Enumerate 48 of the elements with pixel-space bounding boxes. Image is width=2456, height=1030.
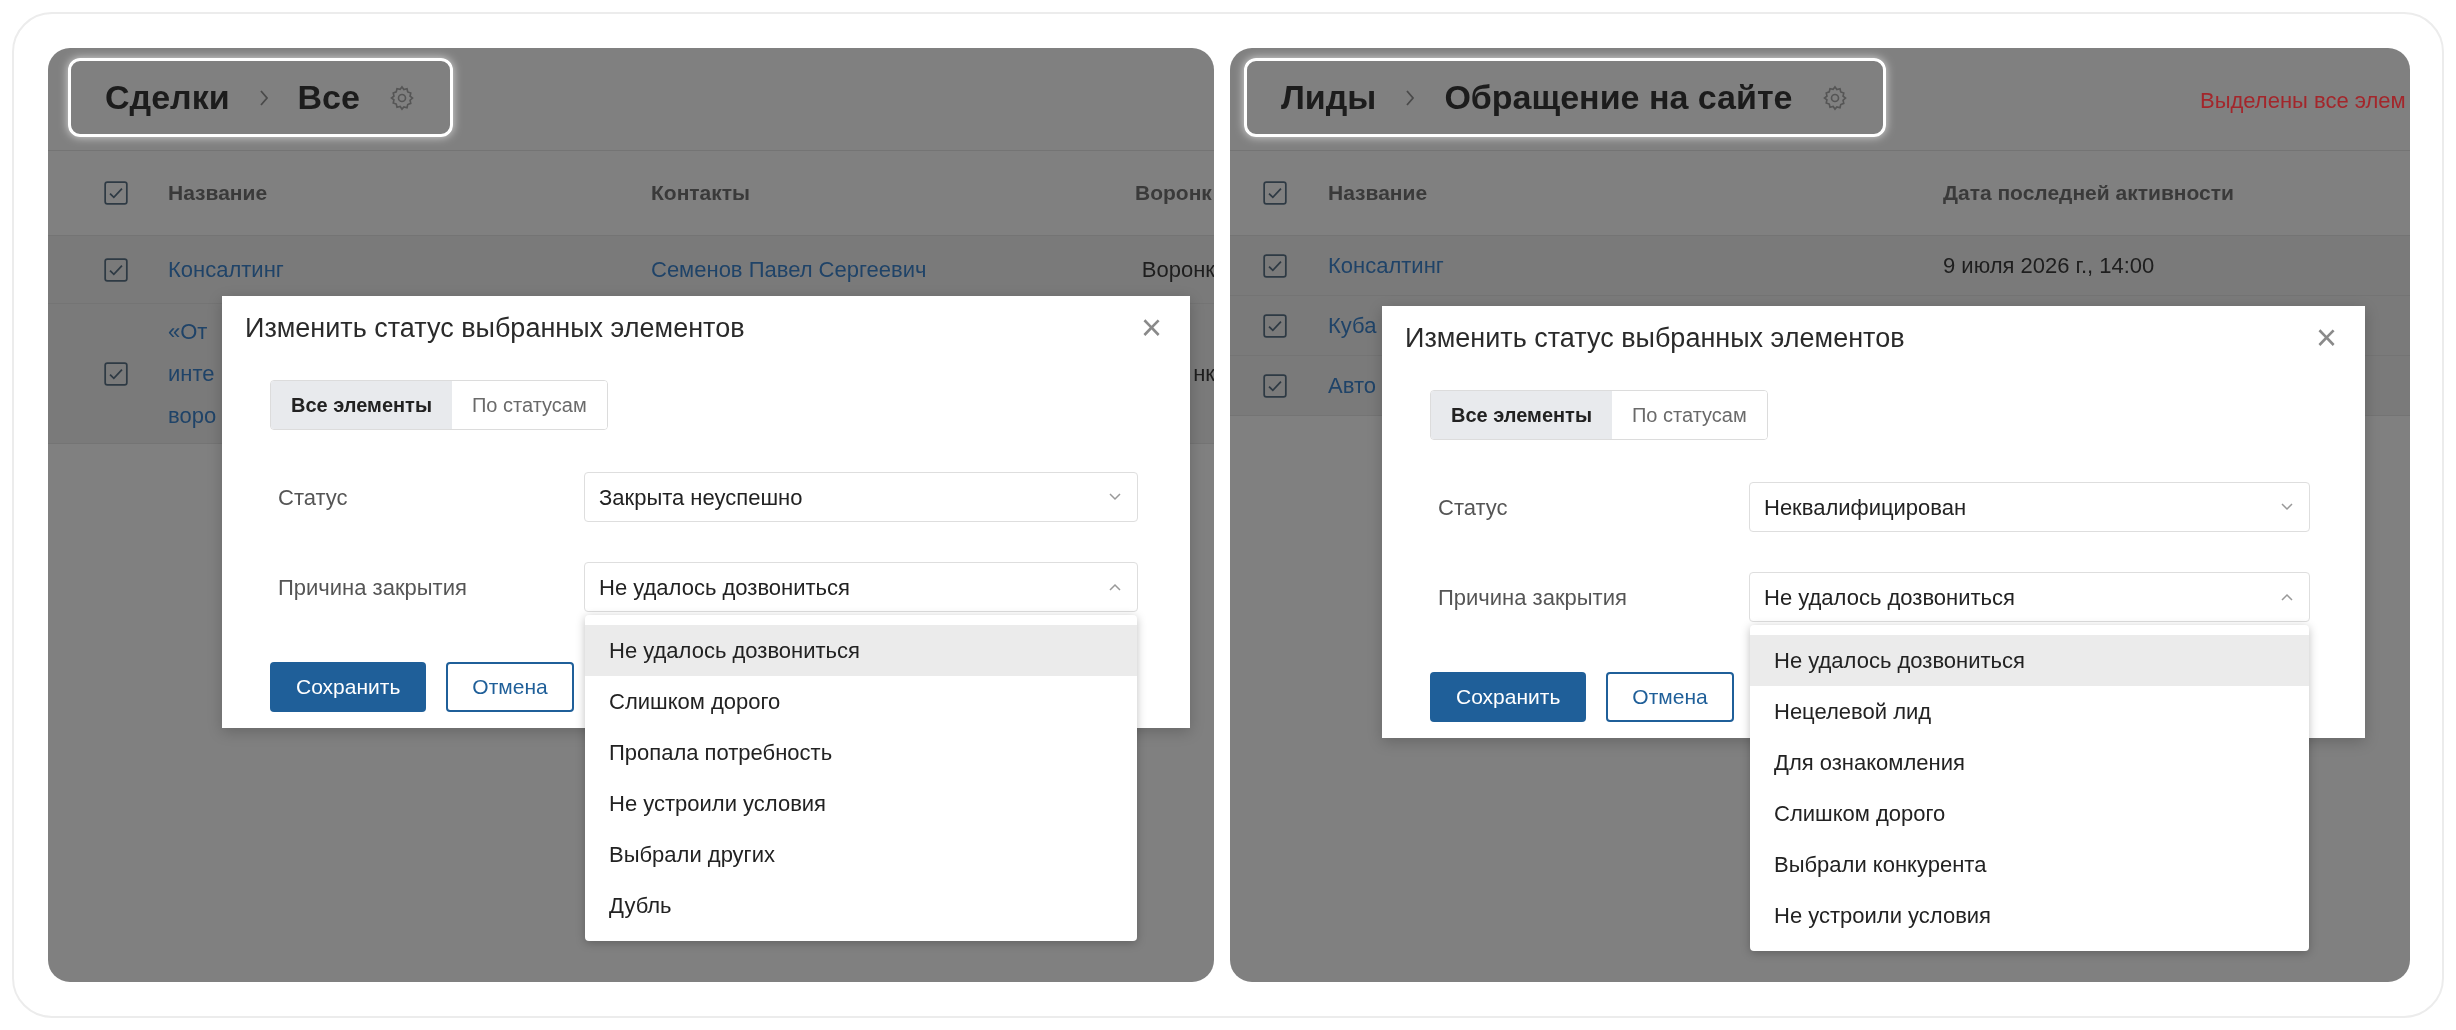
cancel-button[interactable]: Отмена bbox=[446, 662, 574, 712]
column-header: Воронк bbox=[1135, 181, 1212, 205]
dropdown-option[interactable]: Выбрали других bbox=[585, 829, 1137, 880]
field-label: Статус bbox=[1438, 493, 1509, 522]
breadcrumb-item[interactable]: Сделки bbox=[105, 72, 230, 123]
chevron-down-icon bbox=[2279, 502, 2295, 512]
dropdown-option[interactable]: Не удалось дозвониться bbox=[585, 625, 1137, 676]
dropdown-option[interactable]: Для ознакомления bbox=[1750, 737, 2309, 788]
dropdown-option[interactable]: Слишком дорого bbox=[585, 676, 1137, 727]
dropdown-option[interactable]: Слишком дорого bbox=[1750, 788, 2309, 839]
dropdown-option[interactable]: Не устроили условия bbox=[585, 778, 1137, 829]
dropdown-option[interactable]: Нецелевой лид bbox=[1750, 686, 2309, 737]
chevron-down-icon bbox=[1107, 492, 1123, 502]
dialog-title: Изменить статус выбранных элементов bbox=[245, 311, 745, 345]
column-header: Контакты bbox=[651, 181, 751, 205]
checkbox[interactable] bbox=[1262, 252, 1288, 279]
tab[interactable]: Все элементы bbox=[1431, 391, 1612, 439]
select-field[interactable]: Неквалифицирован bbox=[1749, 482, 2310, 532]
dropdown-option[interactable]: Не удалось дозвониться bbox=[1750, 635, 2309, 686]
field-label: Статус bbox=[278, 483, 349, 512]
table-cell: 9 июля 2026 г., 14:00 bbox=[1943, 252, 2155, 278]
column-header: Название bbox=[1328, 181, 1428, 205]
checkbox[interactable] bbox=[1262, 312, 1288, 339]
breadcrumb-item[interactable]: Все bbox=[297, 72, 360, 123]
breadcrumb-item[interactable]: Лиды bbox=[1281, 72, 1377, 123]
checkbox[interactable] bbox=[103, 360, 129, 387]
dialog-title: Изменить статус выбранных элементов bbox=[1405, 321, 1905, 355]
tab[interactable]: Все элементы bbox=[271, 381, 452, 429]
checkbox[interactable] bbox=[103, 180, 129, 206]
chevron-up-icon bbox=[1107, 582, 1123, 592]
save-button[interactable]: Сохранить bbox=[1430, 672, 1587, 722]
checkbox[interactable] bbox=[103, 256, 129, 283]
dropdown-option[interactable]: Дубль bbox=[585, 880, 1137, 931]
dropdown-option[interactable]: Не устроили условия bbox=[1750, 890, 2309, 941]
breadcrumb-item[interactable]: Обращение на сайте bbox=[1444, 72, 1793, 123]
cancel-button[interactable]: Отмена bbox=[1606, 672, 1734, 722]
column-header: Дата последней активности bbox=[1943, 181, 2234, 205]
dropdown-option[interactable]: Выбрали конкурента bbox=[1750, 839, 2309, 890]
dropdown-option[interactable]: Пропала потребность bbox=[585, 727, 1137, 778]
field-label: Причина закрытия bbox=[1438, 583, 1628, 612]
checkbox[interactable] bbox=[1262, 372, 1288, 399]
save-button[interactable]: Сохранить bbox=[270, 662, 427, 712]
column-header: Название bbox=[168, 181, 268, 205]
checkbox[interactable] bbox=[1262, 180, 1288, 206]
selection-notice: Выделены все элем bbox=[2200, 87, 2406, 115]
select-field[interactable]: Закрыта неуспешно bbox=[584, 472, 1138, 522]
field-label: Причина закрытия bbox=[278, 573, 468, 602]
chevron-up-icon bbox=[2279, 592, 2295, 602]
